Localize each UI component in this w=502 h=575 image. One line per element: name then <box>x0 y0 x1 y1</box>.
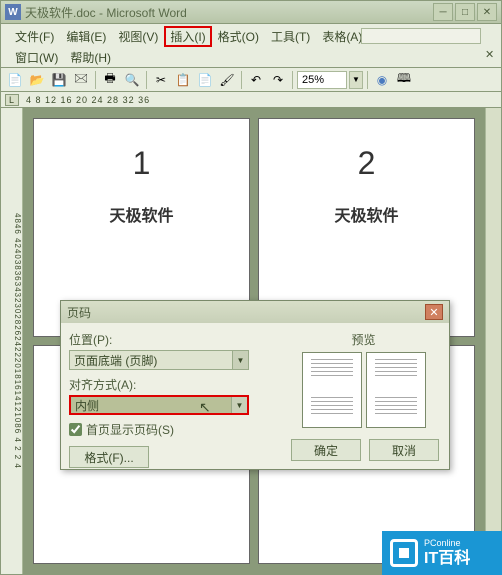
chevron-down-icon[interactable]: ▼ <box>231 397 247 413</box>
menu-help[interactable]: 帮助(H) <box>64 47 117 68</box>
zoom-dropdown-icon[interactable]: ▼ <box>349 71 363 89</box>
menu-tools[interactable]: 工具(T) <box>265 26 316 47</box>
checkbox-label: 首页显示页码(S) <box>86 421 174 438</box>
ok-button[interactable]: 确定 <box>291 439 361 461</box>
undo-icon[interactable]: ↶ <box>246 70 266 90</box>
dialog-close-icon[interactable]: ✕ <box>425 304 443 320</box>
format-painter-icon[interactable]: 🖌 <box>217 70 237 90</box>
checkbox-input[interactable] <box>69 423 82 436</box>
preview-page-left <box>302 352 362 428</box>
preview-label: 预览 <box>286 331 441 348</box>
new-icon[interactable]: 📄 <box>5 70 25 90</box>
pconline-logo-icon <box>390 539 418 567</box>
redo-icon[interactable]: ↷ <box>268 70 288 90</box>
chevron-down-icon[interactable]: ▼ <box>232 351 248 369</box>
dialog-title: 页码 <box>67 304 425 321</box>
cut-icon[interactable]: ✂ <box>151 70 171 90</box>
menu-format[interactable]: 格式(O) <box>212 26 265 47</box>
horizontal-ruler: L 4 8 12 16 20 24 28 32 36 <box>0 92 502 108</box>
format-button[interactable]: 格式(F)... <box>69 446 149 468</box>
menu-bar: 文件(F) 编辑(E) 视图(V) 插入(I) 格式(O) 工具(T) 表格(A… <box>0 24 502 68</box>
print-icon[interactable]: 🖶 <box>100 70 120 90</box>
first-page-checkbox[interactable]: 首页显示页码(S) <box>69 421 278 438</box>
zoom-combo[interactable]: 25% <box>297 71 347 89</box>
open-icon[interactable]: 📂 <box>27 70 47 90</box>
word-icon: W <box>5 4 21 20</box>
preview-pages <box>286 352 441 428</box>
position-label: 位置(P): <box>69 331 278 348</box>
vertical-scrollbar[interactable] <box>485 108 501 574</box>
align-value: 内侧 <box>75 397 99 414</box>
cancel-button[interactable]: 取消 <box>369 439 439 461</box>
tab-selector[interactable]: L <box>5 94 19 106</box>
watermark-big: IT百科 <box>424 549 470 568</box>
watermark-small: PConline <box>424 538 470 549</box>
align-label: 对齐方式(A): <box>69 376 278 393</box>
cursor-icon: ↖ <box>199 399 211 416</box>
menu-window[interactable]: 窗口(W) <box>9 47 64 68</box>
permission-icon[interactable]: 🖂 <box>71 70 91 90</box>
menu-view[interactable]: 视图(V) <box>112 26 164 47</box>
menu-edit[interactable]: 编辑(E) <box>60 26 112 47</box>
preview-page-right <box>366 352 426 428</box>
align-combo[interactable]: 内侧 ▼ ↖ <box>69 395 249 415</box>
menu-insert[interactable]: 插入(I) <box>164 26 211 47</box>
close-button[interactable]: ✕ <box>477 3 497 21</box>
ruler-marks: 4 8 12 16 20 24 28 32 36 <box>26 95 150 105</box>
minimize-button[interactable]: ─ <box>433 3 453 21</box>
position-value: 页面底端 (页脚) <box>74 352 157 369</box>
page-number: 2 <box>358 145 376 182</box>
menu-file[interactable]: 文件(F) <box>9 26 60 47</box>
window-title: 天极软件.doc - Microsoft Word <box>25 4 433 21</box>
page-number-dialog: 页码 ✕ 位置(P): 页面底端 (页脚) ▼ 对齐方式(A): 内侧 ▼ ↖ … <box>60 300 450 470</box>
maximize-button[interactable]: □ <box>455 3 475 21</box>
standard-toolbar: 📄 📂 💾 🖂 🖶 🔍 ✂ 📋 📄 🖌 ↶ ↷ 25% ▼ ◉ 🕮 <box>0 68 502 92</box>
help-icon[interactable]: ◉ <box>372 70 392 90</box>
copy-icon[interactable]: 📋 <box>173 70 193 90</box>
dialog-titlebar[interactable]: 页码 ✕ <box>61 301 449 323</box>
paste-icon[interactable]: 📄 <box>195 70 215 90</box>
position-combo[interactable]: 页面底端 (页脚) ▼ <box>69 350 249 370</box>
title-bar: W 天极软件.doc - Microsoft Word ─ □ ✕ <box>0 0 502 24</box>
preview-icon[interactable]: 🔍 <box>122 70 142 90</box>
page-number: 1 <box>133 145 151 182</box>
page-text: 天极软件 <box>334 202 398 226</box>
type-question-box[interactable] <box>361 28 481 44</box>
read-icon[interactable]: 🕮 <box>394 70 414 90</box>
page-text: 天极软件 <box>109 202 173 226</box>
vertical-ruler: 4846 42403836343230282624222018161412108… <box>1 108 23 574</box>
close-doc-icon[interactable]: ✕ <box>485 48 497 60</box>
watermark-badge: PConline IT百科 <box>382 531 502 575</box>
save-icon[interactable]: 💾 <box>49 70 69 90</box>
